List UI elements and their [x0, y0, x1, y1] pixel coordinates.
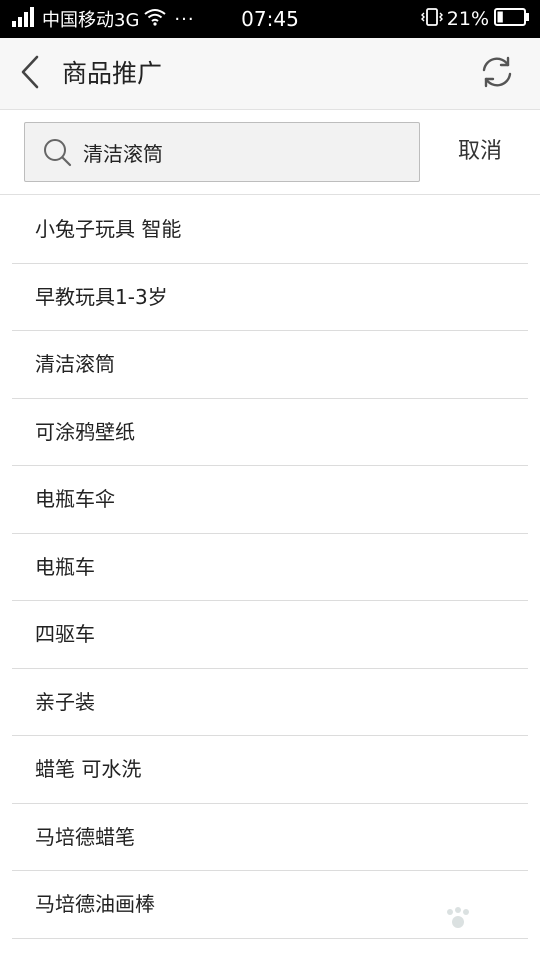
refresh-icon — [480, 55, 514, 93]
suggestion-list: 小兔子玩具 智能 早教玩具1-3岁 清洁滚筒 可涂鸦壁纸 电瓶车伞 电瓶车 四驱车 亲子装 蜡笔… — [12, 196, 528, 939]
status-right: 21% — [420, 0, 530, 38]
vibrate-icon — [420, 6, 443, 33]
refresh-button[interactable] — [476, 53, 518, 95]
search-box[interactable] — [24, 122, 420, 182]
search-row: 取消 — [0, 111, 540, 195]
battery-icon — [494, 7, 530, 31]
suggestion-item[interactable]: 可涂鸦壁纸 — [12, 399, 528, 466]
back-button[interactable] — [10, 52, 50, 96]
cancel-button[interactable]: 取消 — [440, 122, 520, 182]
suggestion-item[interactable]: 马培德蜡笔 — [12, 804, 528, 871]
suggestion-item[interactable]: 早教玩具1-3岁 — [12, 264, 528, 331]
suggestion-item[interactable]: 电瓶车伞 — [12, 466, 528, 534]
search-input[interactable] — [83, 140, 383, 164]
suggestion-item[interactable]: 四驱车 — [12, 601, 528, 669]
suggestion-item[interactable]: 亲子装 — [12, 669, 528, 736]
suggestion-item[interactable]: 电瓶车 — [12, 534, 528, 601]
status-bar: 中国移动3G ··· 07:45 21% — [0, 0, 540, 38]
suggestion-item[interactable]: 小兔子玩具 智能 — [12, 196, 528, 264]
search-icon — [41, 136, 73, 168]
back-icon — [19, 55, 41, 93]
page-title: 商品推广 — [62, 59, 163, 88]
watermark-logo — [400, 902, 510, 946]
suggestion-item[interactable]: 清洁滚筒 — [12, 331, 528, 399]
suggestion-item[interactable]: 蜡笔 可水洗 — [12, 736, 528, 804]
app-header: 商品推广 — [0, 38, 540, 110]
battery-percent: 21% — [446, 8, 489, 30]
